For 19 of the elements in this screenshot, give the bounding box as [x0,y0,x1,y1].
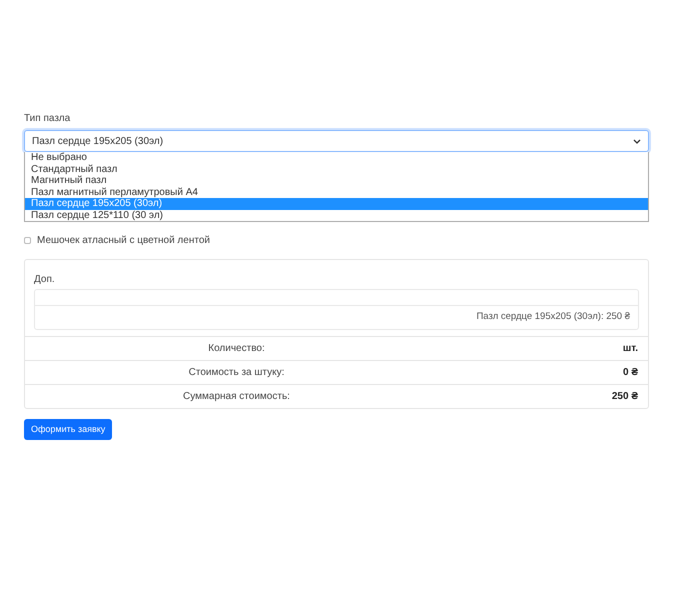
dropdown-option[interactable]: Магнитный пазл [25,175,648,186]
checkbox-label: Мешочек атласный с цветной лентой [37,234,210,248]
dropdown-option[interactable]: Пазл магнитный перламутровый А4 [25,186,648,198]
chevron-down-icon [633,138,641,144]
field-label: Тип пазла [24,113,72,125]
dropdown-option[interactable]: Стандартный пазл [25,164,648,175]
dropdown-option[interactable]: Не выбрано [25,152,648,164]
summary-value: шт. [622,342,639,356]
submit-button[interactable]: Оформить заявку [24,419,112,440]
dropdown-option[interactable]: Пазл сердце 125*110 (30 эл) [25,210,648,221]
puzzle-type-select[interactable]: Пазл сердце 195x205 (30эл) [24,130,649,152]
summary-label: Стоимость за штуку: [188,366,286,380]
extra-label: Доп. [34,273,56,287]
checkbox[interactable] [24,237,31,244]
summary-value: 250 ₴ [610,390,639,404]
line-item: Пазл сердце 195x205 (30эл): 250 ₴ [476,310,630,324]
summary-label: Суммарная стоимость: [182,390,291,404]
summary-label: Количество: [207,342,266,356]
summary-value: 0 ₴ [622,366,639,380]
